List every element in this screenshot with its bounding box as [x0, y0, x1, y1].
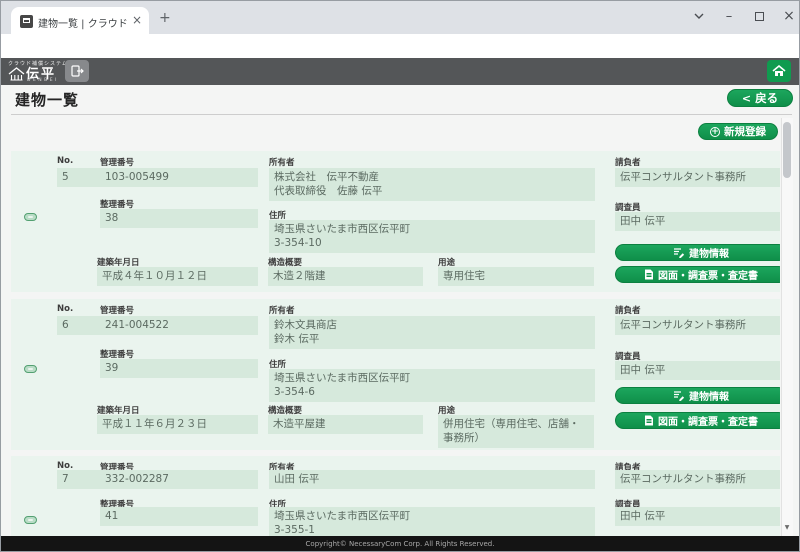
browser-tab[interactable]: 建物一覧 | クラウド補償システム 伝 × — [11, 7, 149, 34]
document-icon — [644, 415, 654, 426]
kanri-no-value: 241-004522 — [100, 316, 258, 335]
window-close-button[interactable]: × — [779, 1, 799, 31]
no-value: 5 — [57, 168, 101, 187]
investigator-value: 田中 伝平 — [615, 361, 780, 380]
list-edit-icon — [673, 390, 685, 401]
kanri-no-label: 管理番号 — [100, 304, 134, 316]
back-button-label: 戻る — [755, 90, 778, 106]
structure-value: 木造２階建 — [268, 267, 423, 286]
building-info-label: 建物情報 — [689, 388, 729, 403]
usage-value: 専用住宅 — [438, 267, 594, 286]
no-label: No. — [57, 156, 73, 166]
record-card-1: No. 管理番号 所有者 請負者 5 103-005499 株式会社 伝平不動産… — [11, 151, 780, 292]
record-link-icon[interactable] — [24, 516, 37, 524]
documents-label: 図面・調査票・査定書 — [658, 413, 758, 428]
record-link-icon[interactable] — [24, 213, 37, 221]
scrollbar-down-icon[interactable]: ▼ — [782, 524, 792, 531]
logout-button[interactable] — [65, 60, 89, 82]
contractor-value: 伝平コンサルタント事務所 — [615, 168, 780, 187]
brand-logo-subtext: DENBEI — [27, 78, 59, 83]
building-info-button[interactable]: 建物情報 — [615, 244, 780, 261]
address-value: 埼玉県さいたま市西区伝平町 3-354-10 — [269, 220, 595, 253]
documents-button[interactable]: 図面・調査票・査定書 — [615, 412, 780, 429]
record-card-3: No. 管理番号 所有者 請負者 7 332-002287 山田 伝平 伝平コン… — [11, 456, 780, 536]
browser-titlebar: 建物一覧 | クラウド補償システム 伝 × + – × — [1, 1, 799, 34]
brand-house-icon — [8, 67, 25, 81]
documents-button[interactable]: 図面・調査票・査定書 — [615, 266, 780, 283]
seiri-no-value: 39 — [100, 359, 258, 378]
contractor-label: 請負者 — [615, 304, 641, 316]
list-edit-icon — [673, 247, 685, 258]
address-value: 埼玉県さいたま市西区伝平町 3-354-6 — [269, 369, 595, 402]
title-divider — [11, 114, 792, 115]
site-favicon-icon — [20, 15, 33, 28]
seiri-no-value: 38 — [100, 209, 258, 228]
new-registration-label: 新規登録 — [724, 124, 766, 139]
contractor-label: 請負者 — [615, 156, 641, 168]
usage-value: 併用住宅（専用住宅、店舗・事務所） — [438, 415, 594, 448]
back-button[interactable]: < 戻る — [727, 89, 793, 107]
kanri-no-value: 103-005499 — [100, 168, 258, 187]
browser-toolbar: ← → ↻ ⌂ G DENBEI ⋮ — [1, 34, 799, 58]
window-maximize-button[interactable] — [749, 1, 769, 31]
structure-value: 木造平屋建 — [268, 415, 423, 434]
documents-label: 図面・調査票・査定書 — [658, 267, 758, 282]
build-date-value: 平成４年１０月１２日 — [97, 267, 258, 286]
tab-close-icon[interactable]: × — [132, 13, 142, 27]
browser-window: 建物一覧 | クラウド補償システム 伝 × + – × ← → ↻ ⌂ G DE… — [0, 0, 800, 552]
investigator-value: 田中 伝平 — [615, 507, 780, 526]
building-info-button[interactable]: 建物情報 — [615, 387, 780, 404]
contractor-value: 伝平コンサルタント事務所 — [615, 316, 780, 335]
build-date-value: 平成１１年６月２３日 — [97, 415, 258, 434]
owner-value: 山田 伝平 — [269, 470, 595, 489]
owner-value: 鈴木文具商店 鈴木 伝平 — [269, 316, 595, 349]
no-value: 7 — [57, 470, 101, 489]
owner-value: 株式会社 伝平不動産 代表取締役 佐藤 伝平 — [269, 168, 595, 201]
owner-label: 所有者 — [269, 304, 295, 316]
app-home-button[interactable] — [767, 60, 791, 82]
address-value: 埼玉県さいたま市西区伝平町 3-355-1 — [269, 507, 595, 536]
kanri-no-label: 管理番号 — [100, 156, 134, 168]
new-tab-button[interactable]: + — [159, 10, 171, 26]
scrollbar-thumb[interactable] — [783, 122, 791, 178]
scrollbar-track — [781, 118, 793, 536]
record-link-icon[interactable] — [24, 365, 37, 373]
new-registration-button[interactable]: + 新規登録 — [698, 123, 778, 140]
app-header — [1, 58, 799, 85]
tab-search-chevron-icon[interactable] — [689, 1, 709, 31]
seiri-no-value: 41 — [100, 507, 258, 526]
footer-copyright: Copyright© NecessaryCom Corp. All Rights… — [1, 536, 799, 552]
record-card-2: No. 管理番号 所有者 請負者 6 241-004522 鈴木文具商店 鈴木 … — [11, 299, 780, 450]
window-minimize-button[interactable]: – — [719, 1, 739, 31]
building-info-label: 建物情報 — [689, 245, 729, 260]
no-value: 6 — [57, 316, 101, 335]
plus-circle-icon: + — [710, 127, 720, 137]
tab-title: 建物一覧 | クラウド補償システム 伝 — [38, 15, 128, 30]
document-icon — [644, 269, 654, 280]
owner-label: 所有者 — [269, 156, 295, 168]
page-title: 建物一覧 — [15, 89, 79, 110]
contractor-value: 伝平コンサルタント事務所 — [615, 470, 780, 489]
chevron-left-icon: < — [742, 92, 751, 105]
investigator-value: 田中 伝平 — [615, 212, 780, 231]
kanri-no-value: 332-002287 — [100, 470, 258, 489]
no-label: No. — [57, 304, 73, 314]
